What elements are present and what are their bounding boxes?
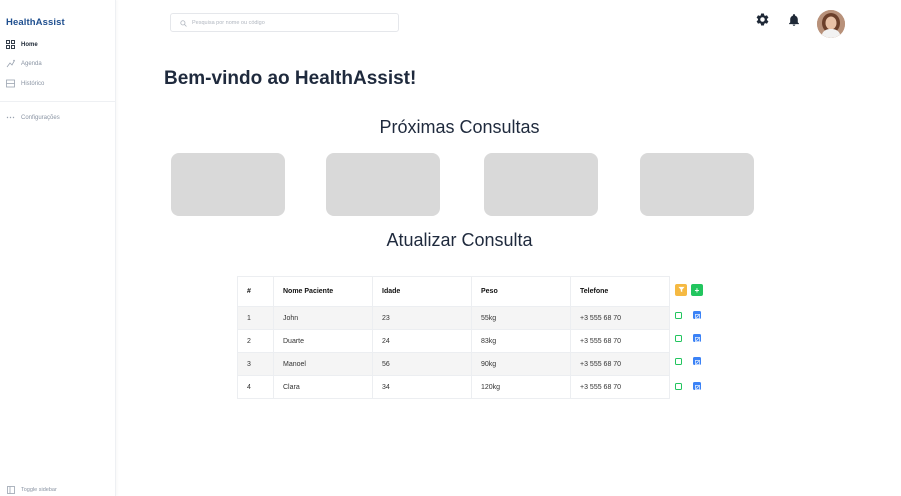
edit-icon: [694, 306, 700, 324]
search-bar[interactable]: [170, 13, 399, 32]
column-header: #: [237, 276, 274, 307]
cell-num: 2: [237, 329, 274, 353]
edit-button[interactable]: [693, 382, 701, 390]
filter-button[interactable]: [675, 284, 687, 296]
cell-name: Manoel: [273, 352, 373, 376]
toggle-sidebar-button[interactable]: Toggle sidebar: [6, 485, 57, 494]
cell-num: 1: [237, 306, 274, 330]
edit-icon: [694, 377, 700, 395]
gear-icon: [755, 12, 770, 32]
cell-age: 23: [372, 306, 472, 330]
calendar-icon: [6, 59, 15, 68]
cell-peso: 120kg: [471, 375, 571, 399]
sidebar-item-agenda[interactable]: Agenda: [6, 59, 42, 68]
cell-num: 3: [237, 352, 274, 376]
appointment-card[interactable]: [326, 153, 440, 216]
table-row[interactable]: 1 John 23 55kg +3 555 68 70: [237, 306, 670, 330]
row-checkbox[interactable]: [675, 358, 682, 365]
row-checkbox[interactable]: [675, 383, 682, 390]
cell-age: 56: [372, 352, 472, 376]
appointment-card[interactable]: [640, 153, 754, 216]
cell-tel: +3 555 68 70: [570, 306, 670, 330]
table-row[interactable]: 3 Manoel 56 90kg +3 555 68 70: [237, 352, 670, 376]
history-icon: [6, 79, 15, 88]
sidebar-item-historico[interactable]: Histórico: [6, 79, 44, 88]
plus-icon: +: [694, 285, 700, 295]
app-brand[interactable]: HealthAssist: [6, 17, 65, 28]
sidebar-item-label: Home: [21, 41, 38, 48]
search-input[interactable]: [192, 19, 392, 26]
update-section-title: Atualizar Consulta: [386, 230, 533, 250]
edit-icon: [694, 352, 700, 370]
upcoming-section-title: Próximas Consultas: [379, 117, 540, 137]
user-avatar-icon: [817, 10, 845, 38]
appointment-card[interactable]: [171, 153, 285, 216]
notifications-button[interactable]: [786, 13, 802, 32]
patients-table: # Nome Paciente Idade Peso Telefone 1 Jo…: [237, 276, 670, 399]
cell-age: 24: [372, 329, 472, 353]
sidebar-toggle-icon: [6, 485, 15, 494]
settings-button[interactable]: [754, 12, 770, 32]
edit-button[interactable]: [693, 357, 701, 365]
edit-button[interactable]: [693, 334, 701, 342]
column-header: Peso: [471, 276, 571, 307]
filter-icon: [677, 286, 685, 295]
sidebar-item-label: Agenda: [21, 60, 42, 67]
add-patient-button[interactable]: +: [691, 284, 703, 296]
cell-tel: +3 555 68 70: [570, 329, 670, 353]
page-title: Bem-vindo ao HealthAssist!: [164, 68, 417, 89]
grid-icon: [6, 40, 15, 49]
column-header: Idade: [372, 276, 472, 307]
bell-icon: [787, 13, 801, 32]
sidebar-item-label: Histórico: [21, 80, 45, 87]
edit-button[interactable]: [693, 311, 701, 319]
row-checkbox[interactable]: [675, 335, 682, 342]
cell-num: 4: [237, 375, 274, 399]
avatar[interactable]: [817, 10, 845, 38]
cell-tel: +3 555 68 70: [570, 352, 670, 376]
cell-name: Clara: [273, 375, 373, 399]
cell-name: John: [273, 306, 373, 330]
search-icon: [180, 14, 187, 32]
toggle-sidebar-label: Toggle sidebar: [21, 486, 57, 493]
sidebar-item-home[interactable]: Home: [6, 40, 38, 49]
edit-icon: [694, 329, 700, 347]
cell-age: 34: [372, 375, 472, 399]
cell-peso: 90kg: [471, 352, 571, 376]
appointment-card[interactable]: [484, 153, 598, 216]
row-checkbox[interactable]: [675, 312, 682, 319]
cell-name: Duarte: [273, 329, 373, 353]
cell-peso: 83kg: [471, 329, 571, 353]
table-header-row: # Nome Paciente Idade Peso Telefone: [237, 276, 670, 307]
sidebar-divider: [0, 101, 116, 102]
column-header: Nome Paciente: [273, 276, 373, 307]
cell-peso: 55kg: [471, 306, 571, 330]
table-row[interactable]: 2 Duarte 24 83kg +3 555 68 70: [237, 329, 670, 353]
cell-tel: +3 555 68 70: [570, 375, 670, 399]
column-header: Telefone: [570, 276, 670, 307]
table-row[interactable]: 4 Clara 34 120kg +3 555 68 70: [237, 375, 670, 399]
